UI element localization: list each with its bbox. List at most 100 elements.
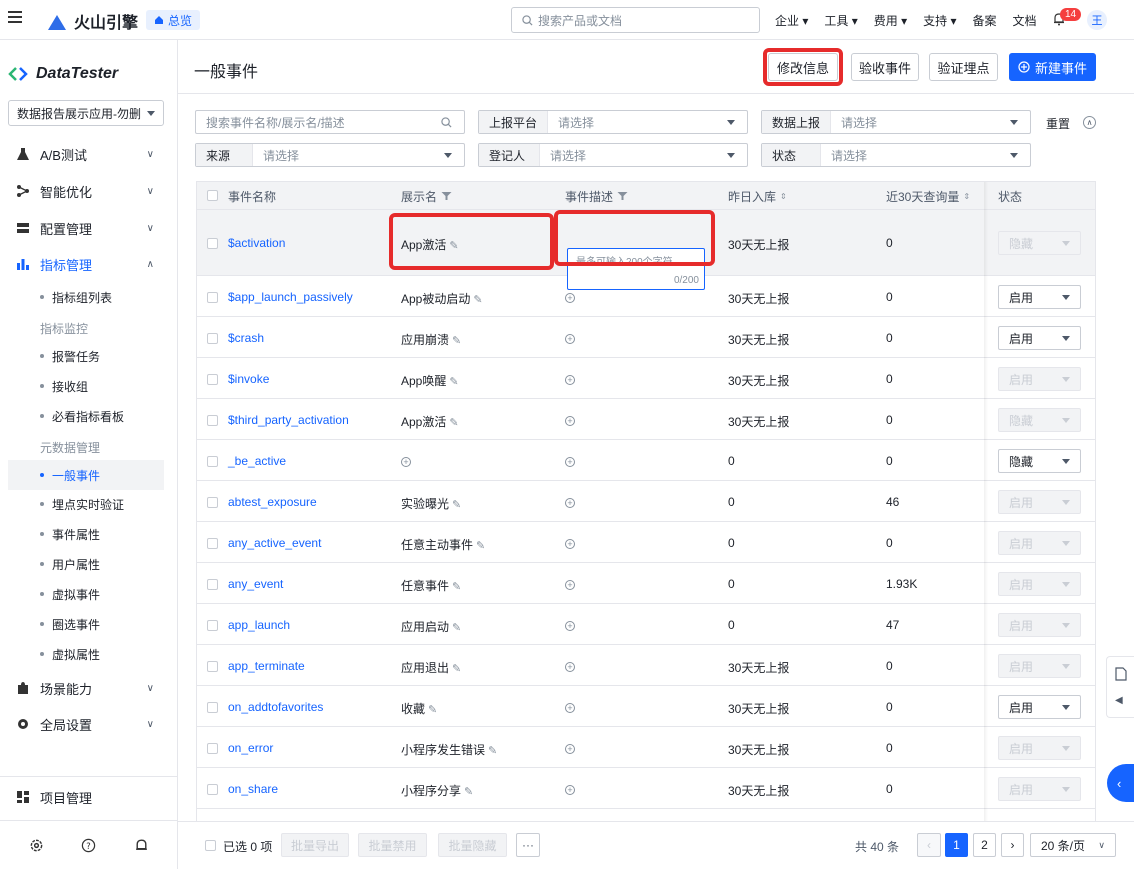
prev-page-button[interactable]: ‹ xyxy=(917,833,941,857)
app-selector[interactable]: 数据报告展示应用-勿删 xyxy=(8,100,164,126)
avatar[interactable]: 王 xyxy=(1087,10,1107,30)
event-name-link[interactable]: any_event xyxy=(228,577,283,591)
event-name-link[interactable]: on_addtofavorites xyxy=(228,700,323,714)
page-1-button[interactable]: 1 xyxy=(945,833,968,857)
sidebar-item-metrics[interactable]: 指标管理 ∧ xyxy=(0,246,178,282)
add-description-icon[interactable]: + xyxy=(565,457,575,467)
edit-pen-icon[interactable]: ✎ xyxy=(452,581,461,593)
home-button[interactable]: 总览 xyxy=(146,10,201,30)
add-description-icon[interactable]: + xyxy=(565,375,575,385)
select-all-checkbox[interactable] xyxy=(207,190,218,201)
event-name-link[interactable]: on_share xyxy=(228,782,278,796)
status-select[interactable]: 隐藏 xyxy=(998,231,1081,255)
col-query-30d[interactable]: 近30天查询量 ⇕ xyxy=(886,182,970,210)
settings-icon[interactable] xyxy=(29,838,44,853)
new-event-button[interactable]: 新建事件 xyxy=(1009,53,1096,81)
register-filter[interactable]: 登记人 请选择 xyxy=(478,143,748,167)
add-description-icon[interactable]: + xyxy=(565,621,575,631)
status-select[interactable]: 启用 xyxy=(998,613,1081,637)
sidebar-sub-receive-group[interactable]: 接收组 xyxy=(8,371,164,401)
sidebar-sub-must-see-board[interactable]: 必看指标看板 xyxy=(8,401,164,431)
edit-pen-icon[interactable]: ✎ xyxy=(452,622,461,634)
event-name-link[interactable]: $third_party_activation xyxy=(228,413,349,427)
row-checkbox[interactable] xyxy=(207,538,218,549)
sidebar-item-config[interactable]: 配置管理 ∨ xyxy=(0,210,178,246)
nav-billing[interactable]: 费用 ▾ xyxy=(874,12,907,29)
status-select[interactable]: 启用 xyxy=(998,367,1081,391)
add-description-icon[interactable]: + xyxy=(565,293,575,303)
status-select[interactable]: 启用 xyxy=(998,654,1081,678)
status-select[interactable]: 启用 xyxy=(998,531,1081,555)
status-select[interactable]: 启用 xyxy=(998,490,1081,514)
edit-pen-icon[interactable]: ✎ xyxy=(449,376,458,388)
edit-pen-icon[interactable]: ✎ xyxy=(476,540,485,552)
collapse-filters-icon[interactable]: ∧ xyxy=(1083,116,1096,129)
edit-info-button[interactable]: 修改信息 xyxy=(768,53,838,81)
event-name-link[interactable]: app_terminate xyxy=(228,659,305,673)
event-name-link[interactable]: on_error xyxy=(228,741,273,755)
sidebar-sub-realtime-verify[interactable]: 埋点实时验证 xyxy=(8,489,164,519)
document-icon[interactable] xyxy=(1115,667,1127,681)
add-description-icon[interactable]: + xyxy=(565,744,575,754)
platform-filter[interactable]: 上报平台 请选择 xyxy=(478,110,748,134)
status-select[interactable]: 启用 xyxy=(998,695,1081,719)
batch-hide-button[interactable]: 批量隐藏 xyxy=(438,833,507,857)
row-checkbox[interactable] xyxy=(207,415,218,426)
page-size-select[interactable]: 20 条/页 ∨ xyxy=(1030,833,1116,857)
sidebar-sub-general-events[interactable]: 一般事件 xyxy=(8,460,164,490)
source-filter[interactable]: 来源 请选择 xyxy=(195,143,465,167)
batch-export-button[interactable]: 批量导出 xyxy=(281,833,349,857)
add-description-icon[interactable]: + xyxy=(565,703,575,713)
sidebar-sub-circle-events[interactable]: 圈选事件 xyxy=(8,609,164,639)
edit-pen-icon[interactable]: ✎ xyxy=(449,240,458,252)
edit-pen-icon[interactable]: ✎ xyxy=(452,335,461,347)
row-checkbox[interactable] xyxy=(207,579,218,590)
sidebar-item-global[interactable]: 全局设置 ∨ xyxy=(0,706,178,742)
sidebar-sub-virtual-props[interactable]: 虚拟属性 xyxy=(8,639,164,669)
edit-pen-icon[interactable]: ✎ xyxy=(452,663,461,675)
event-name-link[interactable]: any_active_event xyxy=(228,536,321,550)
sidebar-sub-alarm-task[interactable]: 报警任务 xyxy=(8,341,164,371)
sidebar-sub-user-props[interactable]: 用户属性 xyxy=(8,549,164,579)
data-report-filter[interactable]: 数据上报 请选择 xyxy=(761,110,1031,134)
row-checkbox[interactable] xyxy=(207,497,218,508)
page-2-button[interactable]: 2 xyxy=(973,833,996,857)
footer-select-checkbox[interactable] xyxy=(205,840,216,851)
add-description-icon[interactable]: + xyxy=(565,498,575,508)
edit-pen-icon[interactable]: ✎ xyxy=(488,745,497,757)
verify-tracking-button[interactable]: 验证埋点 xyxy=(929,53,998,81)
row-checkbox[interactable] xyxy=(207,661,218,672)
filter-icon[interactable] xyxy=(441,191,452,201)
status-select[interactable]: 隐藏 xyxy=(998,449,1081,473)
event-name-link[interactable]: $app_launch_passively xyxy=(228,290,353,304)
brand-logo[interactable]: 火山引擎 xyxy=(46,9,138,33)
status-select[interactable]: 启用 xyxy=(998,285,1081,309)
nav-enterprise[interactable]: 企业 ▾ xyxy=(775,12,808,29)
edit-pen-icon[interactable]: ✎ xyxy=(452,499,461,511)
batch-disable-button[interactable]: 批量禁用 xyxy=(358,833,427,857)
nav-support[interactable]: 支持 ▾ xyxy=(923,12,956,29)
sidebar-sub-virtual-events[interactable]: 虚拟事件 xyxy=(8,579,164,609)
edit-pen-icon[interactable]: ✎ xyxy=(464,786,473,798)
reset-button[interactable]: 重置 xyxy=(1046,115,1070,132)
status-select[interactable]: 启用 xyxy=(998,736,1081,760)
row-checkbox[interactable] xyxy=(207,456,218,467)
row-checkbox[interactable] xyxy=(207,702,218,713)
event-name-link[interactable]: _be_active xyxy=(228,454,286,468)
edit-pen-icon[interactable]: ✎ xyxy=(449,417,458,429)
nav-tools[interactable]: 工具 ▾ xyxy=(824,12,857,29)
status-select[interactable]: 启用 xyxy=(998,572,1081,596)
row-checkbox[interactable] xyxy=(207,238,218,249)
nav-filing[interactable]: 备案 xyxy=(973,12,997,29)
status-filter[interactable]: 状态 请选择 xyxy=(761,143,1031,167)
add-description-icon[interactable]: + xyxy=(565,334,575,344)
edit-pen-icon[interactable]: ✎ xyxy=(473,294,482,306)
sidebar-item-scene[interactable]: 场景能力 ∨ xyxy=(0,670,178,706)
row-checkbox[interactable] xyxy=(207,784,218,795)
help-icon[interactable]: ? xyxy=(81,838,96,853)
status-select[interactable]: 隐藏 xyxy=(998,408,1081,432)
add-description-icon[interactable]: + xyxy=(565,539,575,549)
edit-pen-icon[interactable]: ✎ xyxy=(428,704,437,716)
global-search-input[interactable]: 搜索产品或文档 xyxy=(511,7,760,33)
event-name-link[interactable]: $activation xyxy=(228,236,285,250)
